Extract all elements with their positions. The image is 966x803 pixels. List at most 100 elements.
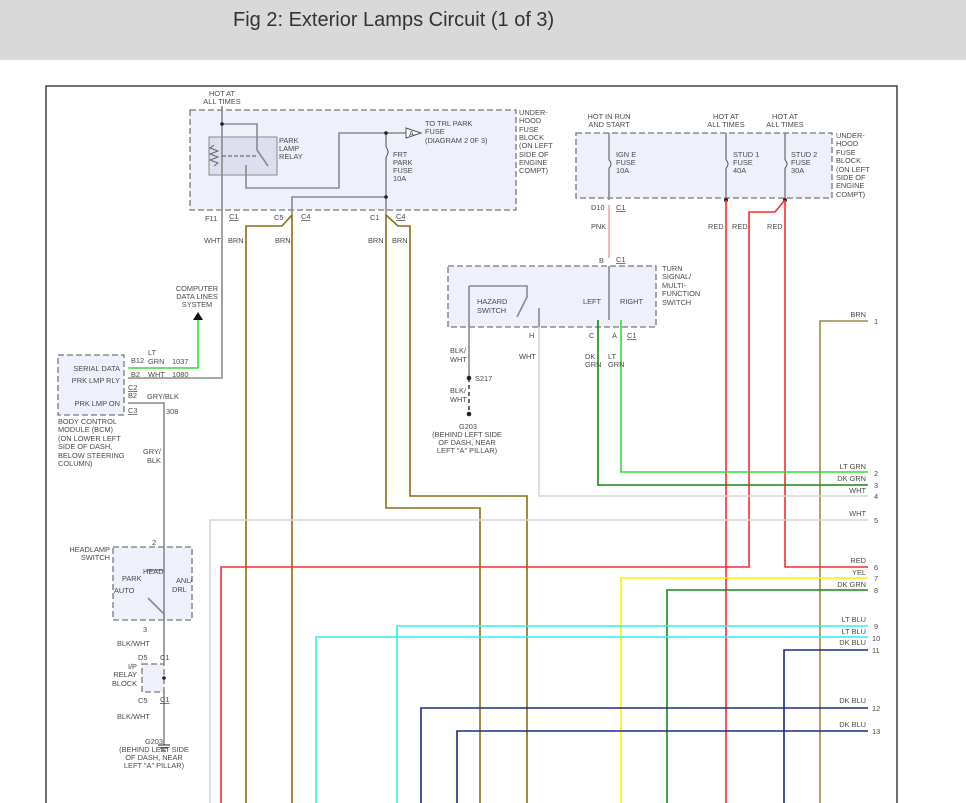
diagram-label: DK GRN [837, 474, 866, 483]
diagram-label: (DIAGRAM 2 0F 3) [425, 136, 487, 145]
diagram-label: C5 [274, 213, 283, 222]
diagram-label: 13 [872, 727, 880, 736]
diagram-label: 40A [733, 166, 746, 175]
diagram-label: LT BLU [842, 615, 866, 624]
diagram-label: ALL TIMES [203, 97, 240, 106]
diagram-label: WHT [204, 236, 221, 245]
diagram-label: GRY/ [143, 447, 162, 456]
diagram-label: FUNCTION [662, 289, 700, 298]
diagram-label: B [599, 256, 604, 265]
diagram-label: C1 [160, 653, 169, 662]
diagram-label: HOOD [519, 116, 541, 125]
diagram-label: DK GRN [837, 580, 866, 589]
diagram-label: BRN [368, 236, 384, 245]
diagram-label: (ON LEFT [519, 141, 553, 150]
diagram-label: C1 [616, 203, 625, 212]
diagram-label: BRN [228, 236, 244, 245]
diagram-label: HOOD [836, 139, 858, 148]
diagram-label: WHT [519, 352, 536, 361]
diagram-label: H [529, 331, 534, 340]
diagram-label: C4 [301, 212, 310, 221]
diagram-label: BLOCK [112, 679, 137, 688]
diagram-label: 1 [874, 317, 878, 326]
diagram-label: HEAD [143, 567, 164, 576]
brown-wire-c5 [245, 214, 293, 803]
diagram-label: GRN [608, 360, 624, 369]
diagram-label: D5 [138, 653, 147, 662]
diagram-label: AND START [588, 120, 630, 129]
diagram-label: D10 [591, 203, 605, 212]
diagram-label: PRK LMP RLY [72, 376, 120, 385]
diagram-label: LT GRN [840, 462, 866, 471]
diagram-label: SWITCH [477, 306, 506, 315]
diagram-label: SIDE OF DASH, [58, 442, 112, 451]
diagram-label: BLK/WHT [117, 639, 150, 648]
ltblu-wire-10 [315, 636, 868, 803]
diagram-label: 2 [874, 469, 878, 478]
diagram-label: ANL/ [176, 576, 193, 585]
diagram-label: WHT [450, 355, 467, 364]
diagram-label: 10A [616, 166, 629, 175]
diagram-label: PARK [122, 574, 142, 583]
diagram-label: 11 [872, 646, 880, 655]
diagram-label: BLK/ [450, 346, 467, 355]
diagram-label: FUSE [425, 127, 445, 136]
diagram-label: BRN [392, 236, 408, 245]
diagram-label: 4 [874, 492, 878, 501]
diagram-label: S217 [475, 374, 492, 383]
diagram-label: SWITCH [81, 553, 110, 562]
diagram-label: B12 [131, 356, 144, 365]
diagram-label: 12 [872, 704, 880, 713]
diagram-label: C [589, 331, 595, 340]
diagram-label: SYSTEM [182, 300, 212, 309]
diagram-label: A [612, 331, 617, 340]
diagram-label: C1 [370, 213, 379, 222]
diagram-label: DK BLU [839, 638, 866, 647]
arrow-up-icon [193, 312, 203, 320]
diagram-label: C1 [160, 695, 169, 704]
white-wire-5 [209, 519, 868, 803]
dkblu-wire-13 [456, 730, 868, 803]
diagram-label: BLK/WHT [117, 712, 150, 721]
diagram-label: COLUMN) [58, 459, 93, 468]
diagram-label: COMPT) [519, 166, 548, 175]
diagram-label: MODULE (BCM) [58, 425, 113, 434]
diagram-label: GRN [148, 357, 164, 366]
diagram-label: 30A [791, 166, 804, 175]
diagram-label: 8 [874, 586, 878, 595]
diagram-label: C4 [396, 212, 405, 221]
diagram-label: F11 [205, 214, 217, 223]
diagram-label: WHT [849, 509, 866, 518]
diagram-label: 3 [143, 625, 147, 634]
diagram-label: BRN [850, 310, 866, 319]
diagram-label: GRN [585, 360, 601, 369]
diagram-label: ENGINE [836, 181, 864, 190]
diagram-label: WHT [450, 395, 467, 404]
ltgrn-wire-2 [620, 320, 868, 473]
diagram-label: AUTO [114, 586, 135, 595]
diagram-label: C3 [128, 406, 137, 415]
diagram-label: DK BLU [839, 720, 866, 729]
diagram-label: A [409, 129, 414, 138]
diagram-label: SIGNAL/ [662, 272, 692, 281]
diagram-label: HAZARD [477, 297, 507, 306]
wiring-diagram: HOT AT ALL TIMES UNDER- HOOD FUSE BLOCK … [45, 85, 898, 803]
diagram-label: 6 [874, 563, 878, 572]
diagram-label: 10A [393, 174, 406, 183]
diagram-label: ALL TIMES [766, 120, 803, 129]
dkgrn-wire-3 [597, 320, 868, 486]
bcm-labels: COMPUTER DATA LINES SYSTEM SERIAL DATA P… [58, 284, 218, 468]
diagram-label: RELAY [279, 152, 303, 161]
diagram-label: LEFT "A" PILLAR) [124, 761, 184, 770]
diagram-label: BRN [275, 236, 291, 245]
ltblu-wire-9 [396, 625, 868, 803]
diagram-label: BLK [147, 456, 161, 465]
diagram-label: LT BLU [842, 627, 866, 636]
diagram-label: C1 [616, 255, 625, 264]
diagram-label: 1037 [172, 357, 188, 366]
diagram-label: LEFT "A" PILLAR) [437, 446, 497, 455]
diagram-label: 1080 [172, 370, 188, 379]
diagram-label: B2 [128, 391, 137, 400]
splice-s217 [466, 375, 472, 381]
diagram-label: RED [850, 556, 866, 565]
